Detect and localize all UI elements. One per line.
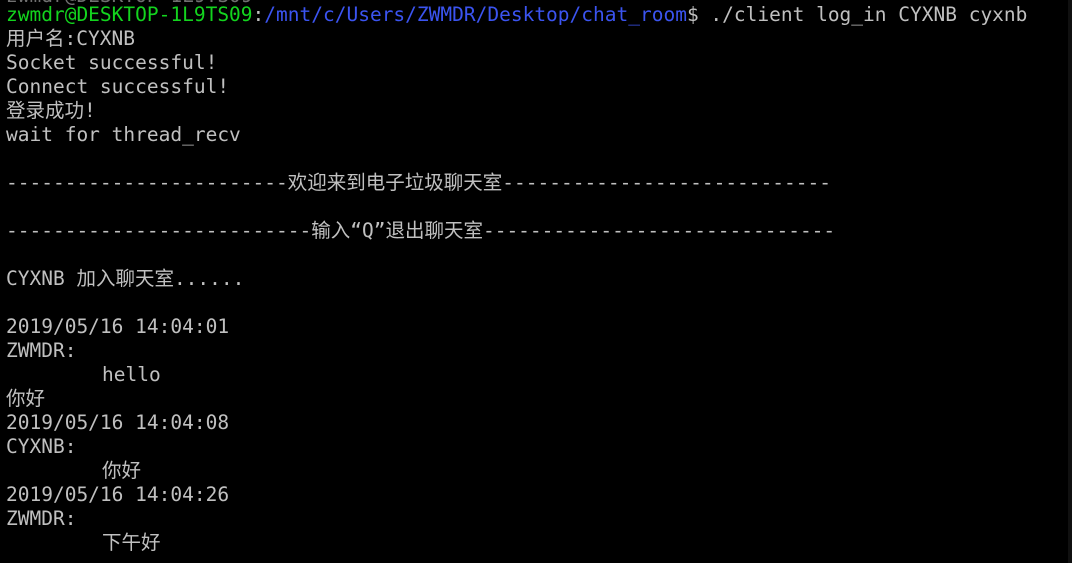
prompt-path: /mnt/c/Users/ZWMDR/Desktop/chat_room bbox=[264, 3, 687, 26]
message-text: hello bbox=[102, 363, 161, 386]
message-sender: ZWMDR: bbox=[6, 339, 77, 362]
command-prompt-line: zwmdr@DESKTOP-1L9TS09:/mnt/c/Users/ZWMDR… bbox=[6, 3, 1027, 27]
wait-thread-line: wait for thread_recv bbox=[6, 123, 241, 146]
message-text: 下午好 bbox=[102, 531, 161, 554]
connect-status-line: Connect successful! bbox=[6, 75, 230, 98]
message-timestamp: 2019/05/16 14:04:01 bbox=[6, 315, 230, 338]
welcome-banner: ------------------------欢迎来到电子垃圾聊天室-----… bbox=[6, 171, 831, 194]
prompt-separator: : bbox=[252, 3, 265, 26]
message-timestamp: 2019/05/16 14:04:26 bbox=[6, 483, 230, 506]
quit-hint-banner: --------------------------输入“Q”退出聊天室----… bbox=[6, 219, 836, 242]
prompt-command: ./client log_in CYXNB cyxnb bbox=[710, 3, 1028, 26]
terminal-window[interactable]: zwmdr@DESKTOP-1L9TS09 zwmdr@DESKTOP-1L9T… bbox=[0, 0, 1072, 563]
message-timestamp: 2019/05/16 14:04:08 bbox=[6, 411, 230, 434]
user-typed-input: 你好 bbox=[6, 387, 46, 410]
username-line: 用户名:CYXNB bbox=[6, 27, 135, 50]
message-text: 你好 bbox=[102, 459, 142, 482]
prompt-symbol: $ bbox=[686, 3, 711, 26]
join-notice: CYXNB 加入聊天室...... bbox=[6, 267, 245, 290]
prompt-user-host: zwmdr@DESKTOP-1L9TS09 bbox=[6, 3, 253, 26]
socket-status-line: Socket successful! bbox=[6, 51, 218, 74]
message-sender: CYXNB: bbox=[6, 435, 77, 458]
scrollbar[interactable] bbox=[1068, 0, 1072, 563]
login-status-line: 登录成功! bbox=[6, 99, 96, 122]
message-sender: ZWMDR: bbox=[6, 507, 77, 530]
